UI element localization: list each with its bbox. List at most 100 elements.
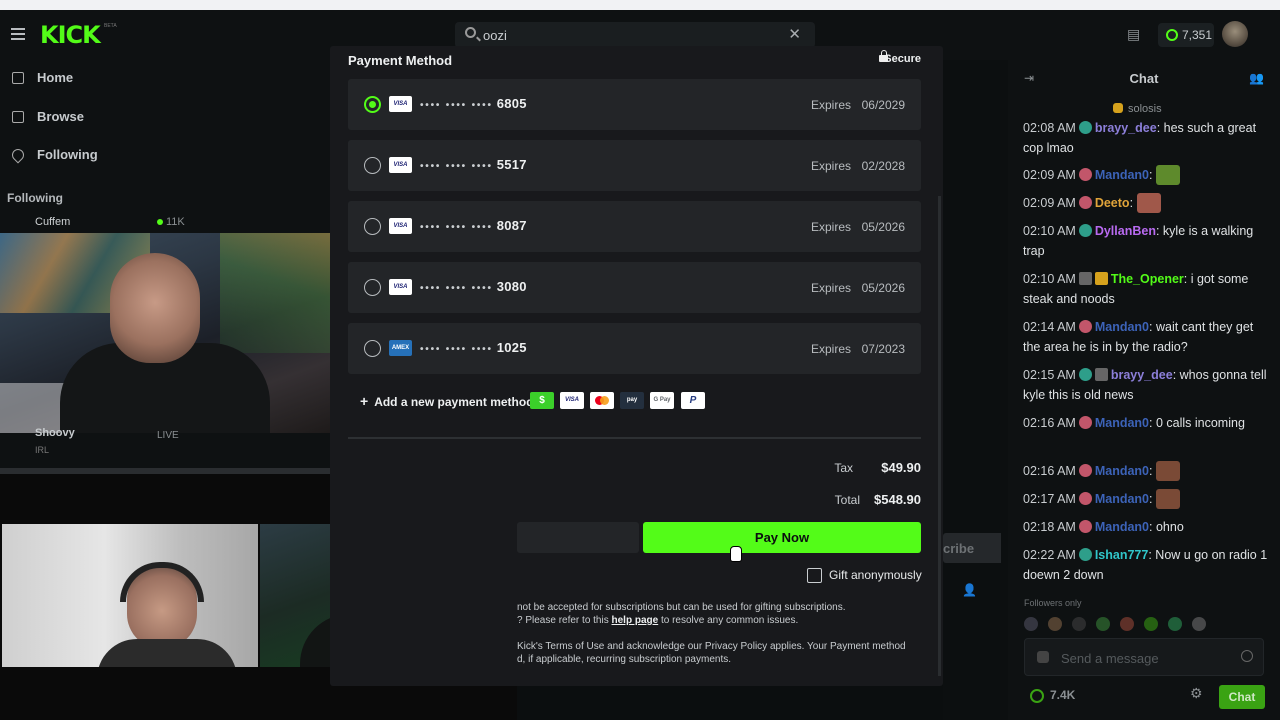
message-user[interactable]: Mandan0	[1095, 520, 1149, 534]
radio-unselected[interactable]	[364, 340, 381, 357]
secondary-button[interactable]	[517, 522, 639, 553]
video-tile-left	[2, 524, 258, 667]
expires-label: Expires	[810, 159, 851, 173]
subscriber-badge	[1078, 464, 1092, 477]
points-pill[interactable]: 7,351	[1158, 23, 1214, 47]
search-input[interactable]	[483, 25, 783, 45]
paypal-icon: P	[681, 392, 705, 409]
chat-message: 02:22 AM Ishan777: Now u go on radio 1 do…	[1023, 548, 1268, 582]
terms-note: Kick's Terms of Use and acknowledge our …	[517, 641, 906, 652]
quick-emote-bar	[1024, 617, 1274, 635]
modal-scrollbar[interactable]	[938, 196, 941, 676]
message-user[interactable]: Mandan0	[1095, 168, 1149, 182]
clear-search-icon[interactable]: ✕	[788, 25, 801, 43]
search-bar[interactable]: ✕	[455, 22, 815, 48]
crown-badge	[1094, 272, 1108, 285]
message-user[interactable]: Ishan777	[1095, 548, 1149, 562]
emote-icon[interactable]	[1120, 617, 1134, 631]
message-user[interactable]: The_Opener	[1111, 272, 1184, 286]
chat-title: Chat	[1129, 71, 1159, 86]
subscriber-badge	[1078, 196, 1092, 209]
pay-now-button[interactable]: Pay Now	[643, 522, 921, 553]
note-text: to resolve any common issues.	[660, 615, 799, 626]
card-number: •••• •••• •••• 6805	[420, 96, 527, 111]
heart-icon	[9, 146, 27, 164]
points-count: 7,351	[1182, 28, 1213, 42]
library-icon[interactable]: ▤	[1127, 26, 1147, 44]
payment-method-modal: Payment Method Secure VISA •••• •••• •••…	[330, 46, 943, 686]
radio-unselected[interactable]	[364, 279, 381, 296]
emote-icon[interactable]	[1072, 617, 1086, 631]
saved-card-row[interactable]: VISA •••• •••• •••• 3080 Expires 05/2026	[348, 262, 921, 313]
chat-message: 02:09 AM Mandan0:	[1023, 165, 1268, 185]
menu-icon[interactable]	[11, 28, 25, 40]
message-user[interactable]: Mandan0	[1095, 464, 1149, 478]
saved-card-row[interactable]: VISA •••• •••• •••• 5517 Expires 02/2028	[348, 140, 921, 191]
emote	[1155, 489, 1180, 509]
message-user[interactable]: Mandan0	[1095, 416, 1149, 430]
gear-icon[interactable]: ⚙	[1190, 685, 1203, 702]
followed-stream-name[interactable]: Shoovy	[35, 427, 75, 439]
pinned-user: solosis	[1128, 103, 1162, 115]
message-time: 02:10 AM	[1023, 224, 1076, 238]
expiry-date: 06/2029	[861, 98, 905, 112]
radio-selected[interactable]	[364, 96, 381, 113]
subscriber-badge	[1078, 492, 1092, 505]
stream-category: IRL	[35, 445, 50, 455]
emoji-icon[interactable]	[1241, 650, 1253, 662]
radio-unselected[interactable]	[364, 157, 381, 174]
message-user[interactable]: brayy_dee	[1111, 368, 1173, 382]
webcam-overlay-streamer	[0, 233, 360, 433]
add-payment-method-link[interactable]: + Add a new payment method	[360, 393, 534, 409]
gifter-badge	[1078, 272, 1092, 285]
message-user[interactable]: Mandan0	[1095, 492, 1149, 506]
card-last4: 3080	[496, 279, 527, 294]
total-label: Total	[834, 493, 860, 507]
browser-top-strip	[0, 0, 1280, 10]
chat-message-input[interactable]	[1061, 649, 1231, 667]
message-user[interactable]: DyllanBen	[1095, 224, 1156, 238]
followed-stream-name[interactable]: Cuffem	[35, 216, 70, 228]
subscriber-badge	[1078, 320, 1092, 333]
emote-icon[interactable]	[1192, 617, 1206, 631]
saved-card-row[interactable]: VISA •••• •••• •••• 6805 Expires 06/2029	[348, 79, 921, 130]
saved-card-row[interactable]: AMEX •••• •••• •••• 1025 Expires 07/2023	[348, 323, 921, 374]
gifter-badge	[1094, 368, 1108, 381]
message-time: 02:09 AM	[1023, 168, 1076, 182]
emote-icon[interactable]	[1168, 617, 1182, 631]
kick-logo[interactable]: KICK	[40, 21, 101, 49]
emote-icon[interactable]	[1096, 617, 1110, 631]
expiry-date: 02/2028	[861, 159, 905, 173]
saved-card-row[interactable]: VISA •••• •••• •••• 8087 Expires 05/2026	[348, 201, 921, 252]
nav-home-label: Home	[37, 70, 74, 85]
emote-icon[interactable]	[1144, 617, 1158, 631]
user-avatar[interactable]	[1222, 21, 1248, 47]
emote	[1136, 193, 1161, 213]
visa-icon: VISA	[560, 392, 584, 409]
emote-icon[interactable]	[1048, 617, 1062, 631]
help-page-link[interactable]: help page	[612, 615, 659, 626]
message-time: 02:10 AM	[1023, 272, 1076, 286]
emote-icon[interactable]	[1024, 617, 1038, 631]
secure-label: Secure	[884, 53, 921, 65]
live-indicator	[157, 219, 163, 225]
chat-users-icon[interactable]: 👥	[1249, 71, 1264, 85]
message-user[interactable]: Mandan0	[1095, 320, 1149, 334]
gift-anonymously-checkbox[interactable]	[807, 568, 822, 583]
expires-label: Expires	[810, 281, 851, 295]
tax-label: Tax	[834, 461, 853, 475]
chat-message: 02:16 AM Mandan0: 0 calls incoming	[1023, 416, 1245, 430]
chat-message: 02:16 AM Mandan0:	[1023, 461, 1268, 481]
message-time: 02:14 AM	[1023, 320, 1076, 334]
message-user[interactable]: Deeto	[1095, 196, 1130, 210]
message-user[interactable]: brayy_dee	[1095, 121, 1157, 135]
subscriber-badge	[1078, 121, 1092, 134]
channel-points[interactable]: 7.4K	[1030, 688, 1075, 703]
note-text: ? Please refer to this	[517, 615, 609, 626]
chat-input-box[interactable]	[1024, 638, 1264, 676]
send-chat-button[interactable]: Chat	[1219, 685, 1265, 709]
nav-following-label: Following	[37, 147, 98, 162]
radio-unselected[interactable]	[364, 218, 381, 235]
message-time: 02:09 AM	[1023, 196, 1076, 210]
following-header: Following	[7, 191, 63, 205]
